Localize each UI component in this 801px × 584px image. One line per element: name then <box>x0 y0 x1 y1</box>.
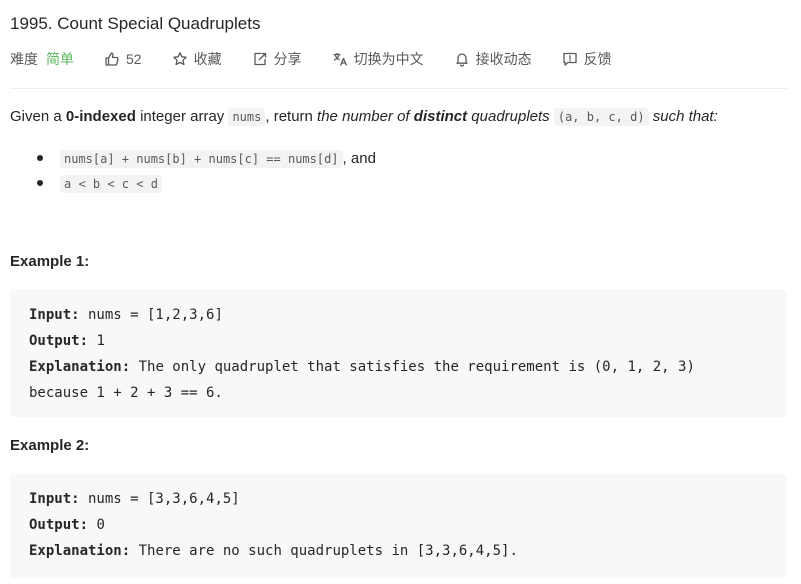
explanation-text: There are no such quadruplets in [3,3,6,… <box>130 543 518 559</box>
bell-icon <box>455 53 468 67</box>
explanation-label: Explanation: <box>29 359 131 375</box>
inline-code: nums <box>228 108 266 126</box>
star-icon <box>172 52 187 66</box>
share-label: 分享 <box>273 51 302 67</box>
desc-italic: the number of <box>317 108 414 125</box>
list-item: a < b < c < d <box>37 171 376 196</box>
problem-page: 1995. Count Special Quadruplets 难度 简单 52… <box>0 0 801 584</box>
feedback-button[interactable]: 反馈 <box>562 49 612 69</box>
like-button[interactable]: 52 <box>104 51 142 67</box>
share-icon <box>253 52 266 66</box>
conditions-list: nums[a] + nums[b] + nums[c] == nums[d] ,… <box>37 146 376 196</box>
translate-label: 切换为中文 <box>353 51 424 67</box>
difficulty: 难度 简单 <box>10 49 74 69</box>
explanation-text: because 1 + 2 + 3 == 6. <box>29 385 223 401</box>
desc-text: integer array <box>135 108 229 125</box>
desc-italic: quadruplets <box>467 108 550 125</box>
output-label: Output: <box>29 333 89 349</box>
list-item: nums[a] + nums[b] + nums[c] == nums[d] ,… <box>37 146 376 171</box>
inline-code: nums[a] + nums[b] + nums[c] == nums[d] <box>60 149 343 168</box>
header-divider <box>10 88 787 89</box>
desc-italic: such that: <box>648 108 718 125</box>
inline-code: (a, b, c, d) <box>553 108 649 126</box>
translate-icon <box>333 53 347 66</box>
output-label: Output: <box>29 517 89 533</box>
input-value: nums = [3,3,6,4,5] <box>79 491 240 507</box>
output-value: 1 <box>88 333 105 349</box>
bullet-dot <box>37 155 43 161</box>
thumbs-up-icon <box>105 52 119 66</box>
feedback-label: 反馈 <box>583 51 612 67</box>
condition-suffix: , and <box>342 150 376 167</box>
example-block: Input: nums = [3,3,6,4,5] Output: 0 Expl… <box>10 474 787 578</box>
inline-code: a < b < c < d <box>60 174 162 193</box>
explanation-text: The only quadruplet that satisfies the r… <box>130 359 695 375</box>
output-value: 0 <box>88 517 105 533</box>
explanation-label: Explanation: <box>29 543 131 559</box>
problem-meta-bar: 难度 简单 52 收藏 分享 切换为中文 接收动态 反馈 <box>10 48 642 70</box>
notify-button[interactable]: 接收动态 <box>454 49 532 69</box>
bullet-dot <box>37 180 43 186</box>
input-value: nums = [1,2,3,6] <box>79 307 223 323</box>
example-title: Example 2: <box>10 437 90 454</box>
notify-label: 接收动态 <box>475 51 532 67</box>
desc-text: Given a <box>10 108 66 125</box>
desc-text: , return <box>265 108 318 125</box>
feedback-icon <box>562 52 577 66</box>
difficulty-label: 难度 <box>10 51 38 67</box>
page-title: 1995. Count Special Quadruplets <box>10 14 261 33</box>
input-label: Input: <box>29 491 80 507</box>
share-button[interactable]: 分享 <box>252 49 302 69</box>
desc-bold: 0-indexed <box>65 108 136 125</box>
favorite-label: 收藏 <box>193 51 222 67</box>
like-count: 52 <box>126 51 142 67</box>
problem-description: Given a 0-indexed integer array nums, re… <box>10 107 718 127</box>
example-block: Input: nums = [1,2,3,6] Output: 1 Explan… <box>10 289 787 417</box>
desc-bold-italic: distinct <box>413 108 468 125</box>
translate-button[interactable]: 切换为中文 <box>332 49 424 69</box>
favorite-button[interactable]: 收藏 <box>172 49 222 69</box>
input-label: Input: <box>29 307 80 323</box>
example-title: Example 1: <box>10 253 90 270</box>
difficulty-badge: 简单 <box>46 51 74 67</box>
